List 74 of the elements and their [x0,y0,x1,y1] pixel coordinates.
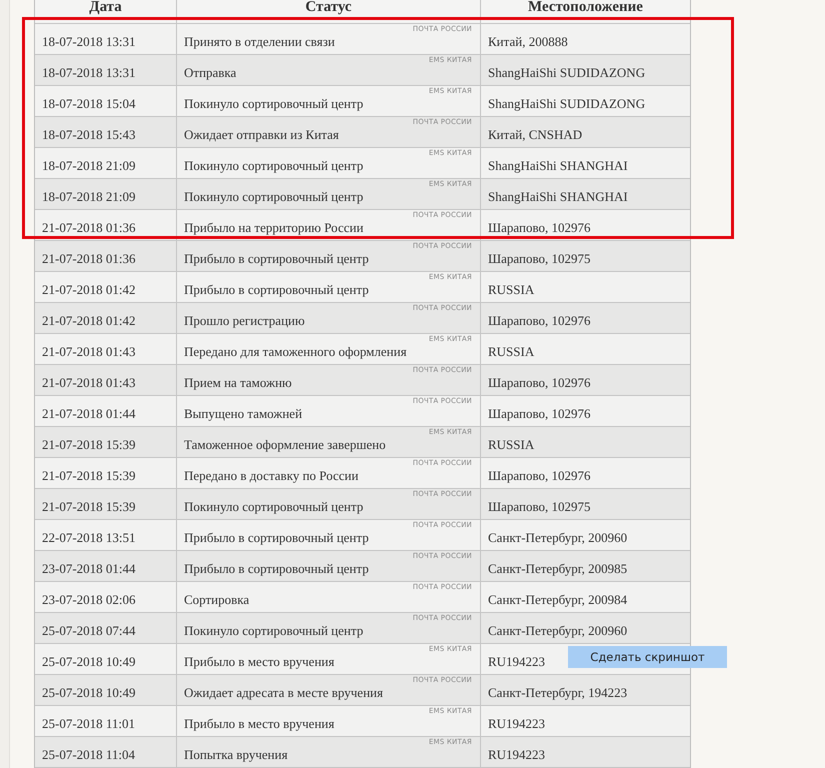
location-text: RU194223 [488,716,546,732]
column-header: Местоположение [527,0,644,17]
status-text: Покинуло сортировочный центр [184,158,364,174]
date-text: 22-07-2018 13:51 [42,530,136,546]
status-text: Покинуло сортировочный центр [184,623,364,639]
status-text: Выпущено таможней [184,406,302,422]
status-text: Попытка вручения [184,747,288,763]
location-text: ShangHaiShi SUDIDAZONG [488,65,646,81]
status-text: Прибыло в сортировочный центр [184,282,369,298]
date-text: 21-07-2018 01:42 [42,313,136,329]
status-text: Ожидает адресата в месте вручения [184,685,383,701]
location-text: Шарапово, 102976 [488,220,590,236]
date-text: 21-07-2018 01:42 [42,282,136,298]
status-text: Прибыло в сортировочный центр [184,530,369,546]
location-text: ShangHaiShi SHANGHAI [488,189,628,205]
date-text: 25-07-2018 10:49 [42,685,136,701]
date-text: 21-07-2018 01:36 [42,220,136,236]
location-text: Китай, CNSHAD [488,127,582,143]
date-text: 18-07-2018 13:31 [42,34,136,50]
date-text: 21-07-2018 15:39 [42,437,136,453]
status-text: Передано для таможенного оформления [184,344,407,360]
location-text: ShangHaiShi SUDIDAZONG [488,96,646,112]
location-text: Китай, 200888 [488,34,568,50]
location-text: RUSSIA [488,437,534,453]
status-text: Принято в отделении связи [184,34,335,50]
location-text: RU194223 [488,654,546,670]
date-text: 21-07-2018 15:39 [42,468,136,484]
status-text: Прием на таможню [184,375,292,391]
location-text: Санкт-Петербург, 200984 [488,592,628,608]
status-text: Покинуло сортировочный центр [184,189,364,205]
date-text: 21-07-2018 01:43 [42,344,136,360]
location-text: Санкт-Петербург, 200960 [488,530,628,546]
status-text: Сортировка [184,592,250,608]
status-text: Передано в доставку по России [184,468,358,484]
location-text: Шарапово, 102975 [488,499,590,515]
status-text: Таможенное оформление завершено [184,437,386,453]
status-text: Ожидает отправки из Китая [184,127,339,143]
location-text: Шарапово, 102975 [488,251,590,267]
location-text: Санкт-Петербург, 200985 [488,561,628,577]
location-text: Санкт-Петербург, 194223 [488,685,628,701]
location-text: Шарапово, 102976 [488,406,590,422]
date-text: 25-07-2018 07:44 [42,623,136,639]
date-text: 18-07-2018 15:04 [42,96,136,112]
location-text: Шарапово, 102976 [488,313,590,329]
location-text: ShangHaiShi SHANGHAI [488,158,628,174]
date-text: 18-07-2018 21:09 [42,158,136,174]
status-text: Прибыло в место вручения [184,654,334,670]
tooltip: Сделать скриншот [568,646,727,668]
status-text: Прибыло в место вручения [184,716,334,732]
date-text: 21-07-2018 01:44 [42,406,136,422]
status-text: Покинуло сортировочный центр [184,499,364,515]
date-text: 23-07-2018 02:06 [42,592,136,608]
location-text: RUSSIA [488,344,534,360]
status-text: Прибыло в сортировочный центр [184,251,369,267]
date-text: 18-07-2018 21:09 [42,189,136,205]
status-text: Прибыло в сортировочный центр [184,561,369,577]
date-text: 25-07-2018 11:04 [42,747,136,763]
status-text: Покинуло сортировочный центр [184,96,364,112]
date-text: 23-07-2018 01:44 [42,561,136,577]
status-text: Прибыло на территорию России [184,220,364,236]
date-text: 21-07-2018 15:39 [42,499,136,515]
date-text: 18-07-2018 15:43 [42,127,136,143]
date-text: 25-07-2018 11:01 [42,716,136,732]
date-text: 21-07-2018 01:43 [42,375,136,391]
location-text: Шарапово, 102976 [488,468,590,484]
location-text: Санкт-Петербург, 200960 [488,623,628,639]
date-text: 18-07-2018 13:31 [42,65,136,81]
location-text: RU194223 [488,747,546,763]
date-text: 21-07-2018 01:36 [42,251,136,267]
location-text: RUSSIA [488,282,534,298]
status-text: Прошло регистрацию [184,313,305,329]
date-text: 25-07-2018 10:49 [42,654,136,670]
status-text: Отправка [184,65,236,81]
location-text: Шарапово, 102976 [488,375,590,391]
